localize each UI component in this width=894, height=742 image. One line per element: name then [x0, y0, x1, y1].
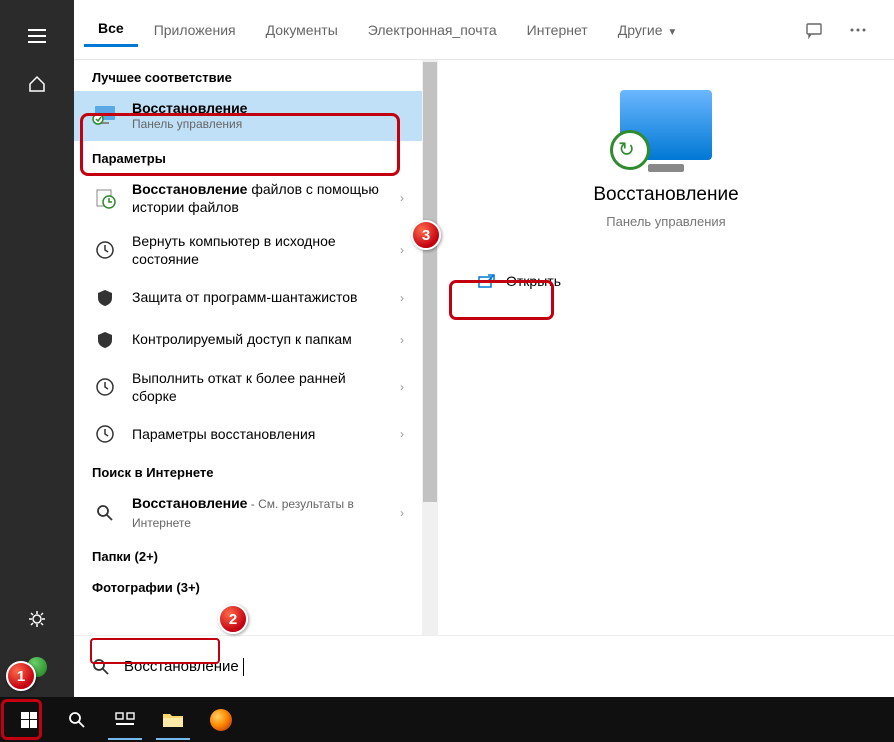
history-icon: [92, 421, 118, 447]
result-web-search[interactable]: Восстановление - См. результаты в Интерн…: [74, 486, 422, 539]
chevron-right-icon: ›: [400, 291, 404, 305]
recovery-icon: [92, 103, 118, 129]
tray-app-icon[interactable]: [13, 645, 61, 689]
chevron-right-icon: ›: [400, 506, 404, 520]
category-photos: Фотографии (3+): [74, 570, 422, 601]
taskbar-search-icon[interactable]: [54, 700, 100, 740]
firefox-icon[interactable]: [198, 700, 244, 740]
open-label: Открыть: [506, 273, 561, 289]
result-recovery-options[interactable]: Параметры восстановления ›: [74, 413, 422, 455]
recovery-large-icon: ↻: [620, 90, 712, 160]
tab-apps[interactable]: Приложения: [140, 14, 250, 46]
result-title: Восстановление: [132, 100, 247, 116]
file-explorer-icon[interactable]: [150, 700, 196, 740]
chevron-down-icon: ▼: [665, 27, 678, 38]
category-folders: Папки (2+): [74, 539, 422, 570]
shield-icon: [92, 327, 118, 353]
home-icon[interactable]: [13, 62, 61, 106]
result-folder-access[interactable]: Контролируемый доступ к папкам ›: [74, 319, 422, 361]
history-icon: [92, 374, 118, 400]
preview-pane: ↻ Восстановление Панель управления Откры…: [438, 60, 894, 635]
taskbar: [0, 697, 894, 742]
hamburger-icon[interactable]: [13, 14, 61, 58]
file-history-icon: [92, 185, 118, 211]
search-input-row[interactable]: Восстановление: [74, 635, 894, 697]
tab-internet[interactable]: Интернет: [513, 14, 602, 46]
result-rollback[interactable]: Выполнить откат к более ранней сборке ›: [74, 361, 422, 413]
result-best-match[interactable]: Восстановление Панель управления: [74, 91, 422, 141]
search-input-value: Восстановление: [124, 658, 239, 675]
chevron-right-icon: ›: [400, 380, 404, 394]
category-best-match: Лучшее соответствие: [74, 60, 422, 91]
windows-logo-icon: [21, 712, 37, 728]
tab-more[interactable]: Другие ▼: [604, 14, 692, 46]
more-icon[interactable]: [842, 14, 874, 46]
tab-all[interactable]: Все: [84, 12, 138, 47]
shield-icon: [92, 285, 118, 311]
search-icon: [92, 500, 118, 526]
text-cursor: [243, 658, 244, 676]
result-subtitle: Панель управления: [132, 117, 404, 133]
result-file-history[interactable]: Восстановление файлов с помощью истории …: [74, 172, 422, 224]
search-panel: Все Приложения Документы Электронная_поч…: [74, 0, 894, 697]
task-view-icon[interactable]: [102, 700, 148, 740]
tab-email[interactable]: Электронная_почта: [354, 14, 511, 46]
search-tabs: Все Приложения Документы Электронная_поч…: [74, 0, 894, 60]
start-left-rail: [0, 0, 74, 697]
open-icon: [478, 273, 496, 289]
result-ransomware[interactable]: Защита от программ-шантажистов ›: [74, 277, 422, 319]
category-settings: Параметры: [74, 141, 422, 172]
scrollbar-thumb[interactable]: [423, 62, 437, 502]
chevron-right-icon: ›: [400, 191, 404, 205]
result-reset-pc[interactable]: Вернуть компьютер в исходное состояние ›: [74, 224, 422, 276]
tab-documents[interactable]: Документы: [252, 14, 352, 46]
chevron-right-icon: ›: [400, 333, 404, 347]
chevron-right-icon: ›: [400, 427, 404, 441]
preview-title: Восстановление: [593, 184, 738, 206]
results-list: Лучшее соответствие Восстановление Панел…: [74, 60, 422, 635]
search-icon: [92, 658, 110, 676]
gear-icon[interactable]: [13, 597, 61, 641]
preview-subtitle: Панель управления: [606, 214, 725, 229]
category-web: Поиск в Интернете: [74, 455, 422, 486]
scrollbar[interactable]: [422, 60, 438, 635]
start-button[interactable]: [6, 700, 52, 740]
feedback-icon[interactable]: [798, 14, 830, 46]
history-icon: [92, 237, 118, 263]
open-button[interactable]: Открыть: [462, 265, 577, 297]
chevron-right-icon: ›: [400, 243, 404, 257]
